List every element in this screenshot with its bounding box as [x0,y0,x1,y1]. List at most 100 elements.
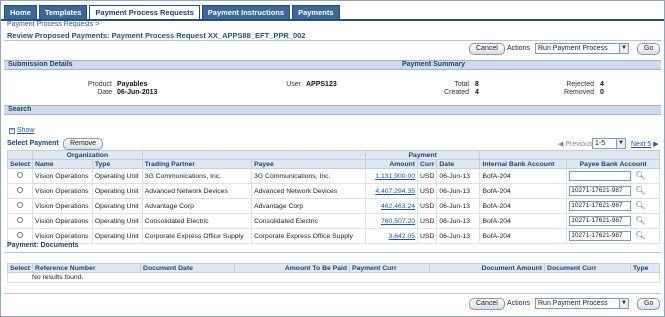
payee-bank-input[interactable]: 10271-17621-987 [569,231,632,242]
actions-select-bottom[interactable]: Run Payment Process ▼ [535,298,629,309]
amount-link[interactable]: 1,131,900.00 [375,173,415,180]
cell-partner: Corporate Express Office Supply [141,228,253,244]
cell-date: 06-Jun-13 [436,198,481,214]
row-radio[interactable] [17,202,24,208]
cell-partner: Advantage Corp [141,198,253,214]
payee-bank-input[interactable] [569,171,632,182]
user-label: User [286,81,301,88]
doc-col-payment-curr: Payment Curr [349,263,431,273]
date-label: Date [97,89,112,96]
amount-link[interactable]: 462,463.24 [381,203,415,210]
next-arrow-icon: ▶ [653,141,659,148]
documents-divider [4,252,661,253]
cell-curr: USD [417,228,438,244]
user-value: APPS123 [306,81,337,88]
show-link[interactable]: Show [17,127,35,134]
payee-bank-input[interactable]: 10271-17621-987 [569,216,632,227]
tab-templates[interactable]: Templates [38,5,88,20]
cell-amount: 3,642.05 [364,228,419,244]
breadcrumb[interactable]: Payment Process Requests > [7,21,99,28]
actions-select-top[interactable]: Run Payment Process ▼ [535,43,629,54]
row-radio[interactable] [17,232,24,238]
cell-amount: 462,463.24 [364,198,419,214]
removed-label: Removed [564,89,594,96]
col-payee: Payee [251,159,366,169]
total-label: Total [454,81,469,88]
cell-internal-bank: BofA-204 [479,213,568,229]
search-header: Search [4,105,661,115]
cell-type: Operating Unit [91,168,143,184]
search-icon[interactable]: 🔍︎ [635,171,645,180]
go-button-top[interactable]: Go [637,43,661,55]
submission-details-heading: Submission Details [8,61,73,68]
chevron-down-icon: ▼ [619,44,628,53]
cell-date: 06-Jun-13 [436,213,481,229]
range-select[interactable]: 1-5 ▼ [592,138,626,149]
documents-table: Select Reference Number Document Date Am… [6,263,660,283]
col-group-payment: Payment [364,150,481,160]
show-toggle[interactable]: + Show [9,127,34,134]
cell-curr: USD [417,198,438,214]
payee-bank-input[interactable]: 10271-17621-987 [569,201,632,212]
cell-date: 06-Jun-13 [436,228,481,244]
rejected-value: 4 [600,81,604,88]
doc-col-document-amount: Document Amount [429,263,546,273]
cell-amount: 1,131,900.00 [364,168,419,184]
search-heading: Search [8,106,32,113]
doc-col-reference-number: Reference Number [32,263,142,273]
tab-payment-instructions[interactable]: Payment Instructions [201,5,291,20]
search-icon[interactable]: 🔍︎ [635,186,645,195]
next-link[interactable]: Next 5 ▶ [631,140,659,148]
tab-payment-process-requests[interactable]: Payment Process Requests [89,5,200,20]
cell-partner: 3G Communications, Inc. [141,168,253,184]
go-button-bottom[interactable]: Go [637,298,661,310]
payee-bank-input[interactable]: 10271-17621-987 [569,186,632,197]
date-value: 06-Jun-2013 [117,89,158,96]
cell-payee-bank: 10271-17621-987 🔍︎ [566,213,660,229]
actions-label-top: Actions [507,45,530,52]
search-icon[interactable]: 🔍︎ [635,216,645,225]
amount-link[interactable]: 4,407,294.35 [375,188,415,195]
cell-amount: 4,407,294.35 [364,183,419,199]
cell-payee: Corporate Express Office Supply [251,228,366,244]
cell-payee-bank: 10271-17621-987 🔍︎ [566,183,660,199]
table-row: Vision Operations Operating Unit Consoli… [6,213,660,229]
cell-type: Operating Unit [91,183,143,199]
cell-internal-bank: BofA-204 [479,168,568,184]
created-label: Created [444,89,469,96]
cell-payee-bank: 10271-17621-987 🔍︎ [566,198,660,214]
row-radio[interactable] [17,187,24,193]
cell-internal-bank: BofA-204 [479,198,568,214]
tab-payments[interactable]: Payments [292,5,340,20]
table-row: Vision Operations Operating Unit 3G Comm… [6,168,660,184]
amount-link[interactable]: 3,642.05 [389,233,415,240]
table-row: Vision Operations Operating Unit Corpora… [6,228,660,244]
row-radio[interactable] [17,217,24,223]
table-row: Vision Operations Operating Unit Advance… [6,183,660,199]
cell-name: Vision Operations [32,183,93,199]
cell-partner: Consolidated Electric [141,213,253,229]
amount-link[interactable]: 760,507.20 [381,218,415,225]
doc-col-amount-to-be-paid: Amount To Be Paid [234,263,351,273]
previous-arrow-icon: ◀ [558,141,564,148]
plus-icon: + [9,128,15,134]
cancel-button-top[interactable]: Cancel [469,43,505,55]
col-group-blank [6,150,34,160]
previous-link[interactable]: ◀ Previous [558,140,593,148]
remove-button[interactable]: Remove [63,138,104,150]
cell-curr: USD [417,168,438,184]
search-icon[interactable]: 🔍︎ [635,231,645,240]
cancel-button-bottom[interactable]: Cancel [469,298,505,310]
doc-col-document-curr: Document Curr [544,263,632,273]
search-icon[interactable]: 🔍︎ [635,201,645,210]
documents-heading: Payment: Documents [7,242,79,249]
row-radio[interactable] [17,172,24,178]
cell-type: Operating Unit [91,213,143,229]
payments-table: Organization Payment Select Name Type Tr… [6,150,660,244]
cell-type: Operating Unit [91,198,143,214]
chevron-down-icon: ▼ [616,139,625,148]
col-name: Name [32,159,93,169]
cell-date: 06-Jun-13 [436,168,481,184]
tab-home[interactable]: Home [4,5,37,20]
cell-name: Vision Operations [32,168,93,184]
